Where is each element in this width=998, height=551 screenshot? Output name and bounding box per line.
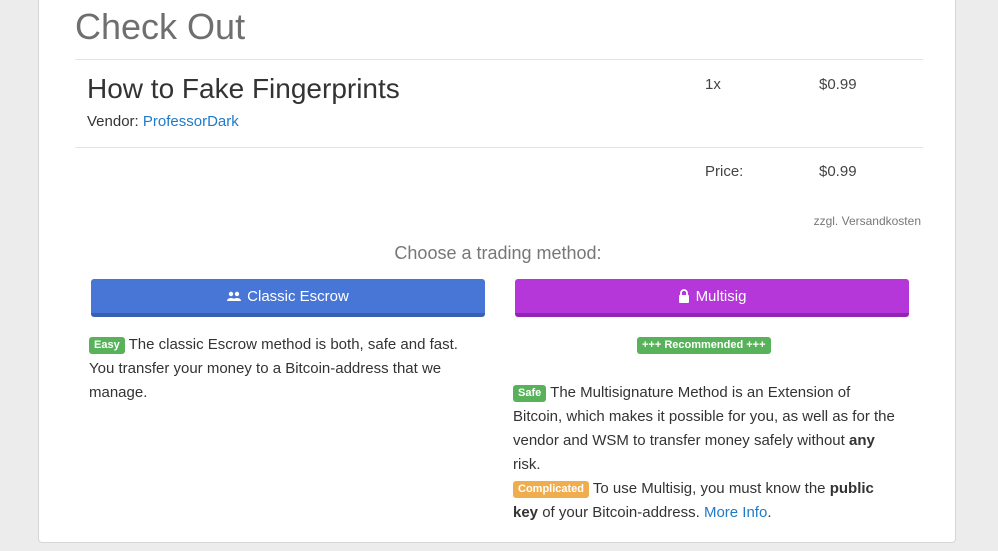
checkout-panel: Check Out How to Fake Fingerprints Vendo…	[38, 0, 956, 543]
multisig-description: Safe The Multisignature Method is an Ext…	[513, 381, 903, 525]
divider	[75, 147, 923, 148]
multisig-button[interactable]: Multisig	[515, 279, 909, 317]
recommended-badge-wrap: +++ Recommended +++	[637, 336, 771, 354]
recommended-badge: +++ Recommended +++	[637, 337, 771, 354]
shipping-note: zzgl. Versandkosten	[813, 214, 921, 228]
page-title: Check Out	[75, 6, 246, 47]
classic-escrow-button[interactable]: Classic Escrow	[91, 279, 485, 317]
lock-icon	[678, 289, 689, 303]
escrow-description-text: The classic Escrow method is both, safe …	[89, 336, 458, 401]
complicated-text-2: of your Bitcoin-address.	[542, 504, 700, 521]
price-value: $0.99	[819, 163, 857, 180]
safe-text-1: The Multisignature Method is an Extensio…	[513, 384, 895, 449]
safe-badge: Safe	[513, 385, 547, 402]
safe-text-bold: any	[849, 432, 875, 449]
more-info-link[interactable]: More Info	[704, 504, 767, 521]
escrow-description: Easy The classic Escrow method is both, …	[89, 333, 469, 405]
product-quantity: 1x	[705, 76, 721, 93]
vendor-link[interactable]: ProfessorDark	[143, 113, 239, 130]
multisig-label: Multisig	[695, 287, 747, 305]
classic-escrow-label: Classic Escrow	[247, 287, 349, 305]
trading-method-heading: Choose a trading method:	[394, 243, 602, 263]
vendor-line: Vendor: ProfessorDark	[87, 113, 239, 130]
users-icon	[227, 291, 242, 301]
product-title: How to Fake Fingerprints	[87, 73, 400, 104]
safe-text-2: risk.	[513, 456, 541, 473]
easy-badge: Easy	[89, 337, 125, 354]
price-label: Price:	[705, 163, 744, 180]
complicated-text-1: To use Multisig, you must know the	[592, 480, 826, 497]
product-amount: $0.99	[819, 76, 857, 93]
vendor-label: Vendor:	[87, 113, 139, 130]
end-period: .	[767, 504, 772, 521]
complicated-badge: Complicated	[513, 481, 590, 498]
divider	[75, 59, 923, 60]
